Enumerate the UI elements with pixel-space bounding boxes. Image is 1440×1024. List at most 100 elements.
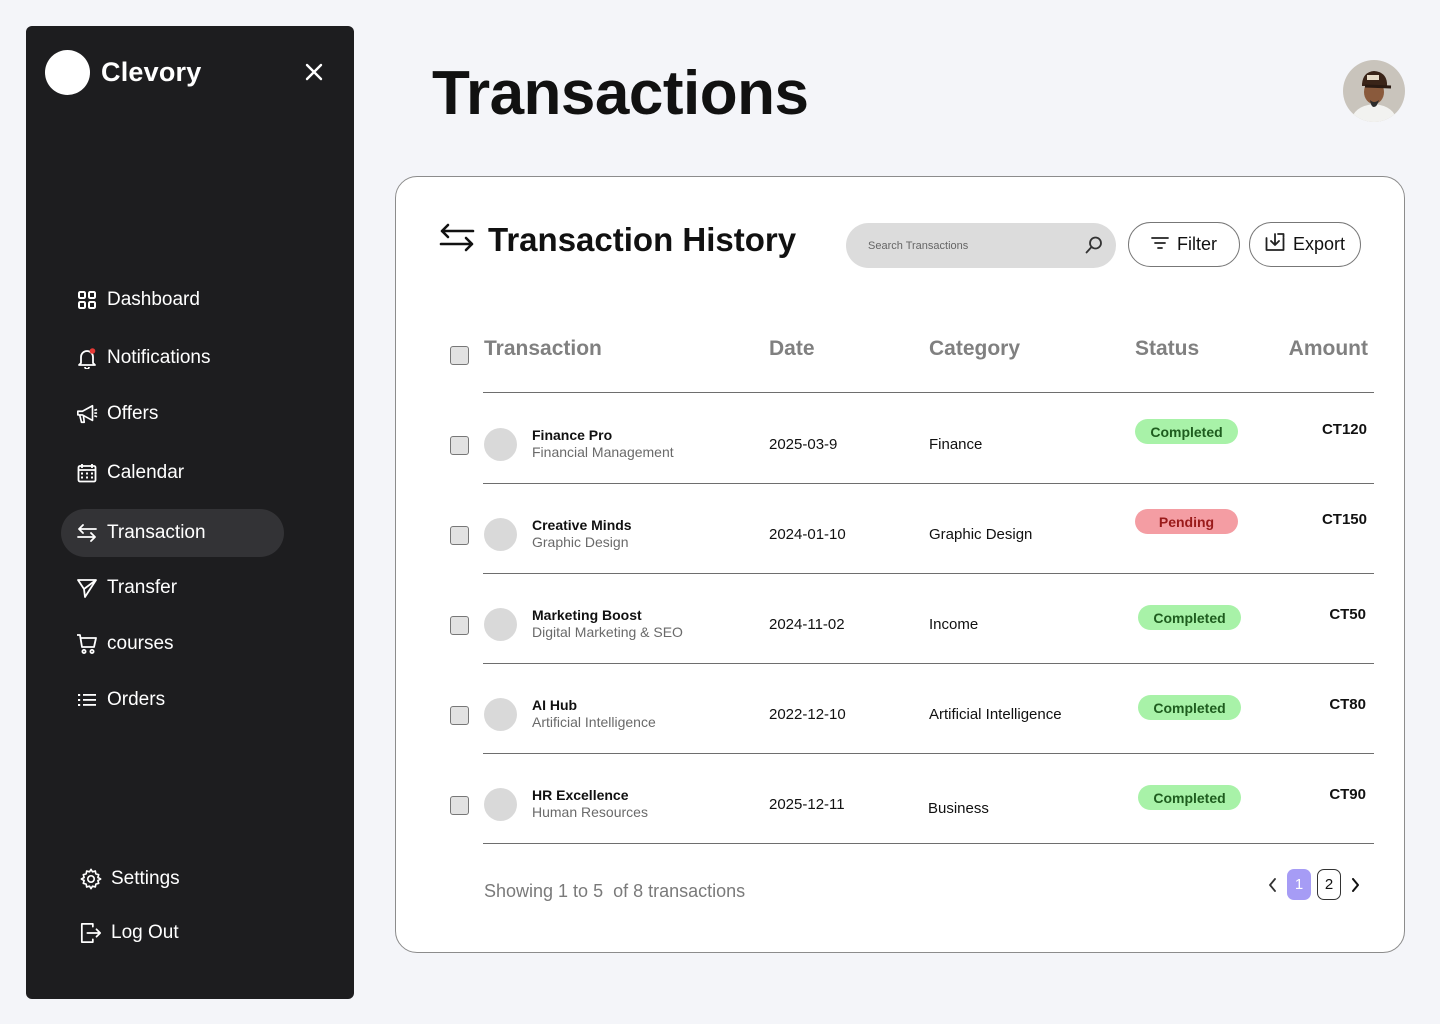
transaction-category: Artificial Intelligence (929, 706, 1062, 723)
row-checkbox[interactable] (450, 616, 469, 635)
filter-label: Filter (1177, 234, 1217, 254)
sidebar-item-label: Notifications (107, 347, 211, 368)
export-button[interactable]: Export (1249, 222, 1361, 267)
table-row[interactable]: AI Hub Artificial Intelligence 2022-12-1… (396, 669, 1404, 759)
row-divider (483, 843, 1374, 844)
swap-arrows-icon (76, 522, 98, 544)
close-sidebar-button[interactable] (302, 60, 326, 84)
row-divider (483, 573, 1374, 574)
sidebar: Clevory Dashboard Notifications Offers C… (26, 26, 354, 999)
transaction-amount: CT80 (1329, 696, 1366, 713)
transaction-avatar (484, 788, 517, 821)
table-row[interactable]: HR Excellence Human Resources 2025-12-11… (396, 759, 1404, 849)
pagination: 1 2 (1262, 869, 1366, 900)
logout-icon (80, 922, 102, 944)
card-title: Transaction History (488, 221, 797, 258)
column-header-date[interactable]: Date (769, 337, 815, 361)
transaction-subtitle: Financial Management (532, 444, 674, 460)
export-icon (1265, 232, 1285, 257)
column-header-category[interactable]: Category (929, 337, 1020, 361)
swap-arrows-icon (438, 223, 476, 258)
transaction-category: Graphic Design (929, 526, 1033, 543)
transaction-date: 2025-03-9 (769, 436, 838, 453)
filter-button[interactable]: Filter (1128, 222, 1240, 267)
transaction-amount: CT150 (1321, 511, 1367, 528)
sidebar-item-transfer[interactable]: Transfer (61, 564, 284, 612)
sidebar-item-calendar[interactable]: Calendar (61, 449, 284, 497)
transaction-subtitle: Digital Marketing & SEO (532, 624, 683, 640)
search-box (846, 223, 1116, 268)
settings-button[interactable]: Settings (61, 855, 284, 903)
sidebar-item-transaction[interactable]: Transaction (61, 509, 284, 557)
transaction-amount: CT90 (1329, 786, 1366, 803)
row-divider (483, 663, 1374, 664)
calendar-icon (76, 462, 98, 484)
sidebar-item-label: Transfer (107, 577, 178, 598)
transaction-avatar (484, 518, 517, 551)
search-input[interactable] (868, 239, 1068, 252)
transaction-avatar (484, 428, 517, 461)
user-avatar[interactable] (1343, 60, 1405, 122)
transaction-amount: CT120 (1321, 421, 1367, 438)
chevron-right-icon (1352, 877, 1359, 892)
brand-logo (45, 50, 90, 95)
transaction-avatar (484, 698, 517, 731)
row-checkbox[interactable] (450, 436, 469, 455)
settings-label: Settings (111, 868, 180, 889)
table-row[interactable]: Marketing Boost Digital Marketing & SEO … (396, 579, 1404, 669)
transaction-date: 2024-01-10 (769, 526, 846, 543)
transaction-date: 2022-12-10 (769, 706, 846, 723)
logout-button[interactable]: Log Out (61, 909, 284, 957)
gear-icon (80, 868, 102, 890)
transaction-name: HR Excellence (532, 787, 629, 803)
sidebar-item-courses[interactable]: courses (61, 620, 284, 668)
send-icon (76, 577, 98, 599)
select-all-checkbox[interactable] (450, 346, 469, 365)
pagination-summary: Showing 1 to 5 of 8 transactions (484, 881, 746, 901)
sidebar-item-label: Offers (107, 403, 159, 424)
transaction-category: Finance (929, 436, 983, 453)
sidebar-item-notifications[interactable]: Notifications (61, 334, 284, 382)
transaction-name: AI Hub (532, 697, 578, 713)
page-title: Transactions (432, 59, 809, 128)
transaction-name: Finance Pro (532, 427, 613, 443)
table-header: Transaction Date Category Status Amount (396, 337, 1404, 377)
transaction-subtitle: Human Resources (532, 804, 648, 820)
row-divider (483, 483, 1374, 484)
sidebar-item-label: Transaction (107, 522, 206, 543)
filter-icon (1151, 234, 1169, 255)
sidebar-item-label: Orders (107, 689, 166, 710)
transaction-subtitle: Graphic Design (532, 534, 629, 550)
sidebar-item-dashboard[interactable]: Dashboard (61, 276, 284, 324)
transaction-amount: CT50 (1329, 606, 1366, 623)
bell-icon (76, 347, 98, 369)
column-header-transaction[interactable]: Transaction (484, 337, 602, 361)
status-badge: Completed (1138, 785, 1241, 810)
row-checkbox[interactable] (450, 796, 469, 815)
row-checkbox[interactable] (450, 706, 469, 725)
sidebar-item-offers[interactable]: Offers (61, 390, 284, 438)
search-icon[interactable] (1084, 235, 1104, 255)
card-header: Transaction History (438, 221, 796, 259)
next-page-button[interactable] (1344, 870, 1366, 900)
column-header-status[interactable]: Status (1135, 337, 1199, 361)
transaction-history-card: Transaction History Filter Export Transa… (395, 176, 1405, 953)
list-icon (76, 689, 98, 711)
transaction-name: Marketing Boost (532, 607, 642, 623)
transaction-avatar (484, 608, 517, 641)
column-header-amount[interactable]: Amount (1289, 337, 1368, 361)
transaction-name: Creative Minds (532, 517, 632, 533)
export-label: Export (1292, 234, 1346, 254)
close-icon (305, 63, 323, 81)
transaction-category: Business (928, 800, 989, 817)
status-badge: Pending (1135, 509, 1238, 534)
status-badge: Completed (1138, 695, 1241, 720)
page-button-2[interactable]: 2 (1317, 869, 1341, 900)
megaphone-icon (76, 403, 98, 425)
prev-page-button[interactable] (1262, 870, 1284, 900)
page-button-1[interactable]: 1 (1287, 869, 1311, 900)
table-row[interactable]: Finance Pro Financial Management 2025-03… (396, 399, 1404, 489)
row-checkbox[interactable] (450, 526, 469, 545)
table-row[interactable]: Creative Minds Graphic Design 2024-01-10… (396, 489, 1404, 579)
sidebar-item-orders[interactable]: Orders (61, 676, 284, 724)
